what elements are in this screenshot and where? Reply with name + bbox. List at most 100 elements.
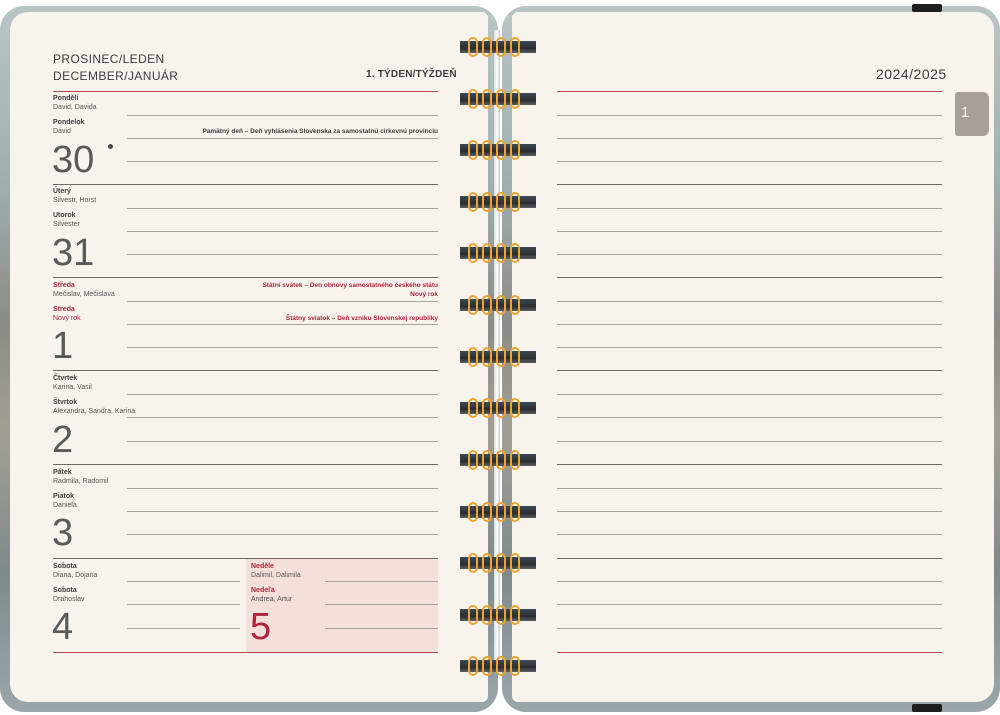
day-name-sk: Sobota	[53, 587, 77, 594]
ring-wire	[468, 656, 478, 676]
write-line	[127, 347, 438, 348]
name-day-cz: Dalimil, Dalimila	[251, 572, 301, 579]
ring-wire	[482, 89, 492, 109]
moon-phase-icon	[108, 144, 113, 149]
ring-wire	[482, 243, 492, 263]
ring-wire	[510, 89, 520, 109]
month-tab[interactable]: 1	[955, 92, 989, 136]
binding-ring	[460, 243, 536, 263]
ring-wire	[482, 553, 492, 573]
day-divider	[557, 184, 942, 185]
ring-wire	[496, 502, 506, 522]
write-line	[127, 301, 438, 302]
name-day-cz: Radmila, Radomil	[53, 478, 109, 485]
day-divider	[557, 277, 942, 278]
ring-wire	[496, 37, 506, 57]
write-line	[127, 417, 438, 418]
name-day-sk: Alexandra, Sandra, Karina	[53, 408, 136, 415]
day-name-cz: Středa	[53, 282, 75, 289]
month-title-cz: PROSINEC/LEDEN	[53, 52, 165, 66]
day-divider	[557, 652, 942, 653]
day-number: 2	[52, 419, 74, 461]
write-line	[557, 301, 942, 302]
ring-wire	[510, 295, 520, 315]
page-bottom-rule	[53, 652, 438, 653]
day-number: 5	[250, 606, 272, 648]
day-divider	[53, 277, 438, 278]
binding-ring	[460, 37, 536, 57]
ring-wire	[468, 605, 478, 625]
day-divider	[557, 558, 942, 559]
day-name-sk: Streda	[53, 306, 75, 313]
holiday-note: Nový rok	[410, 291, 438, 298]
ring-wire	[510, 243, 520, 263]
binding-ring	[460, 502, 536, 522]
week-number: 1. TÝDEN/TÝŽDEŇ	[366, 69, 457, 80]
day-divider	[53, 558, 438, 559]
day-number: 30	[52, 139, 95, 181]
ring-wire	[468, 450, 478, 470]
ring-wire	[496, 450, 506, 470]
day-name-cz: Pátek	[53, 469, 72, 476]
write-line	[127, 534, 438, 535]
binding-ring	[460, 398, 536, 418]
write-line	[557, 628, 942, 629]
ring-wire	[496, 295, 506, 315]
ring-wire	[510, 398, 520, 418]
ring-wire	[468, 243, 478, 263]
ring-wire	[482, 140, 492, 160]
ring-wire	[496, 140, 506, 160]
write-line	[557, 347, 942, 348]
day-name-cz: Pondělí	[53, 95, 79, 102]
write-line	[127, 254, 438, 255]
ring-wire	[468, 89, 478, 109]
write-line	[127, 628, 240, 629]
name-day-sk: Dávid	[53, 128, 71, 135]
ring-wire	[468, 295, 478, 315]
write-line	[127, 511, 438, 512]
day-number: 31	[52, 232, 95, 274]
day-number: 4	[52, 606, 74, 648]
month-title-sk: DECEMBER/JANUÁR	[53, 69, 179, 83]
write-line	[557, 231, 942, 232]
ring-wire	[510, 347, 520, 367]
write-line	[127, 231, 438, 232]
write-line	[557, 115, 942, 116]
name-day-cz: David, Davida	[53, 104, 97, 111]
ring-wire	[496, 656, 506, 676]
day-divider	[53, 91, 438, 92]
write-line	[127, 115, 438, 116]
write-line	[127, 394, 438, 395]
name-day-sk: Drahoslav	[53, 596, 85, 603]
day-name-cz: Čtvrtek	[53, 375, 78, 382]
write-line	[127, 138, 438, 139]
day-name-sk: Nedeľa	[251, 587, 275, 594]
ring-wire	[482, 347, 492, 367]
write-line	[127, 208, 438, 209]
month-tab-label: 1	[961, 104, 970, 121]
write-line	[127, 488, 438, 489]
name-day-cz: Karina, Vasil	[53, 384, 92, 391]
ring-wire	[468, 192, 478, 212]
day-name-cz: Úterý	[53, 188, 71, 195]
ring-wire	[468, 37, 478, 57]
ring-wire	[496, 192, 506, 212]
name-day-sk: Andrea, Artur	[251, 596, 293, 603]
ring-wire	[482, 295, 492, 315]
day-name-sk: Piatok	[53, 493, 75, 500]
binding-ring	[460, 295, 536, 315]
binding-ring	[460, 89, 536, 109]
ring-wire	[482, 450, 492, 470]
elastic-strap-top	[912, 4, 942, 12]
ring-wire	[482, 656, 492, 676]
ring-wire	[510, 656, 520, 676]
ring-wire	[496, 398, 506, 418]
day-divider	[557, 464, 942, 465]
binding-ring	[460, 605, 536, 625]
write-line	[127, 324, 438, 325]
write-line	[557, 441, 942, 442]
binding-ring	[460, 192, 536, 212]
ring-wire	[468, 398, 478, 418]
elastic-strap-bottom	[912, 704, 942, 712]
write-line	[557, 161, 942, 162]
